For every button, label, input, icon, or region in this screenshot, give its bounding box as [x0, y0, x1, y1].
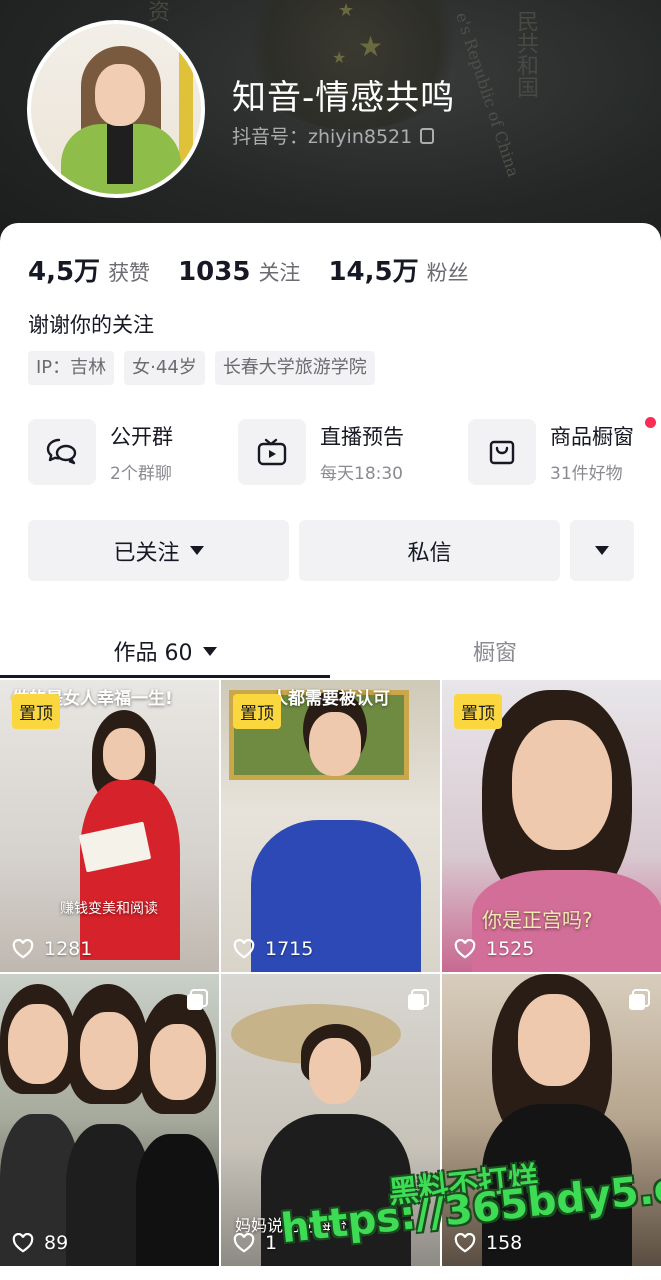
tab-showcase-label: 橱窗 — [472, 641, 517, 666]
followed-button[interactable]: 已关注 — [28, 520, 289, 581]
shopping-bag-icon — [468, 419, 536, 485]
stat-following[interactable]: 1035 关注 — [178, 257, 300, 287]
tv-icon — [238, 419, 306, 485]
caret-down-icon — [189, 546, 204, 555]
video-tile[interactable]: 89 — [0, 974, 219, 1266]
service-public-group[interactable]: 公开群 2个群聊 — [28, 419, 238, 485]
stat-label: 获赞 — [108, 261, 151, 285]
profile-card: 4,5万 获赞 1035 关注 14,5万 粉丝 谢谢你的关注 IP：吉林 女·… — [0, 223, 661, 1280]
more-options-button[interactable] — [570, 520, 634, 581]
services-row: 公开群 2个群聊 直播预告 每天18:30 商品橱窗 31件好物 — [28, 417, 656, 485]
stat-followers[interactable]: 14,5万 粉丝 — [328, 251, 468, 288]
action-buttons: 已关注 私信 — [28, 520, 634, 581]
heart-icon — [233, 1233, 255, 1253]
like-count: 1525 — [454, 938, 534, 960]
tab-works[interactable]: 作品 60 — [0, 621, 330, 681]
content-tabs: 作品 60 橱窗 — [0, 621, 661, 681]
heart-icon — [233, 939, 255, 959]
heart-icon — [12, 1233, 34, 1253]
stat-number: 14,5万 — [328, 257, 419, 287]
profile-nickname: 知音-情感共鸣 — [232, 78, 456, 118]
pinned-badge: 置顶 — [233, 694, 281, 729]
caret-down-icon — [595, 546, 609, 555]
heart-icon — [454, 1233, 476, 1253]
tab-showcase[interactable]: 橱窗 — [330, 621, 660, 681]
heart-icon — [454, 939, 476, 959]
like-count-value: 1 — [265, 1232, 278, 1254]
copy-icon[interactable] — [420, 127, 435, 144]
multi-image-icon — [629, 989, 650, 1010]
like-count-value: 89 — [44, 1232, 69, 1254]
service-title: 商品橱窗 — [550, 424, 634, 449]
video-thumbnail-person — [251, 690, 421, 972]
chat-bubbles-icon — [28, 419, 96, 485]
profile-tags: IP：吉林 女·44岁 长春大学旅游学院 — [28, 351, 375, 385]
multi-image-icon — [408, 989, 429, 1010]
tag-school[interactable]: 长春大学旅游学院 — [214, 351, 375, 385]
like-count-value: 1281 — [44, 938, 93, 960]
service-subtitle: 每天18:30 — [320, 463, 403, 484]
heart-icon — [12, 939, 34, 959]
douyin-id-text: 抖音号：zhiyin8521 — [232, 126, 413, 148]
tab-works-label: 作品 60 — [113, 641, 193, 666]
like-count: 1715 — [233, 938, 313, 960]
avatar[interactable] — [27, 20, 205, 198]
service-title: 公开群 — [110, 424, 173, 449]
like-count: 158 — [454, 1232, 522, 1254]
pinned-badge: 置顶 — [12, 694, 60, 729]
video-tile[interactable]: 做的是女人幸福一生! 置顶 赚钱变美和阅读 1281 — [0, 680, 219, 972]
video-tile[interactable]: 置顶 你是正宫吗? 1525 — [442, 680, 661, 972]
tag-ip: IP：吉林 — [28, 351, 115, 385]
service-product-showcase[interactable]: 商品橱窗 31件好物 — [468, 417, 656, 485]
like-count-value: 1525 — [486, 938, 535, 960]
stat-likes[interactable]: 4,5万 获赞 — [28, 251, 150, 288]
notification-dot — [645, 417, 656, 428]
profile-bio: 谢谢你的关注 — [28, 313, 154, 337]
video-overlay-text: 赚钱变美和阅读 — [60, 901, 158, 917]
like-count: 1 — [233, 1232, 277, 1254]
video-caption: 人都需要被认可 — [271, 689, 390, 709]
service-subtitle: 31件好物 — [550, 463, 623, 484]
stat-label: 关注 — [258, 261, 301, 285]
stat-label: 粉丝 — [426, 261, 469, 285]
banner-star: ★ — [332, 48, 347, 67]
banner-vertical-text: 民共和国 — [513, 10, 538, 98]
pinned-badge: 置顶 — [454, 694, 502, 729]
caret-down-icon — [202, 646, 217, 656]
stat-number: 1035 — [178, 257, 251, 287]
banner-star: ★ — [358, 30, 384, 63]
like-count-value: 158 — [486, 1232, 523, 1254]
followed-label: 已关注 — [113, 540, 180, 566]
video-thumbnail-person — [136, 994, 219, 1266]
stats-row: 4,5万 获赞 1035 关注 14,5万 粉丝 — [28, 251, 469, 288]
service-subtitle: 2个群聊 — [110, 463, 172, 484]
banner-star: ★ — [338, 0, 355, 21]
tag-gender-age: 女·44岁 — [124, 351, 205, 385]
like-count: 89 — [12, 1232, 68, 1254]
like-count: 1281 — [12, 938, 92, 960]
tab-indicator — [0, 675, 330, 678]
stat-number: 4,5万 — [28, 257, 101, 287]
multi-image-icon — [187, 989, 208, 1010]
like-count-value: 1715 — [265, 938, 314, 960]
video-tile[interactable]: 人都需要被认可 置顶 1715 — [221, 680, 440, 972]
service-live-preview[interactable]: 直播预告 每天18:30 — [238, 419, 468, 485]
douyin-id[interactable]: 抖音号：zhiyin8521 — [232, 122, 435, 149]
banner-vertical-text: 资 — [144, 0, 169, 22]
message-button[interactable]: 私信 — [299, 520, 560, 581]
message-label: 私信 — [407, 540, 452, 566]
video-overlay-text: 你是正宫吗? — [482, 908, 593, 932]
service-title: 直播预告 — [320, 424, 404, 449]
